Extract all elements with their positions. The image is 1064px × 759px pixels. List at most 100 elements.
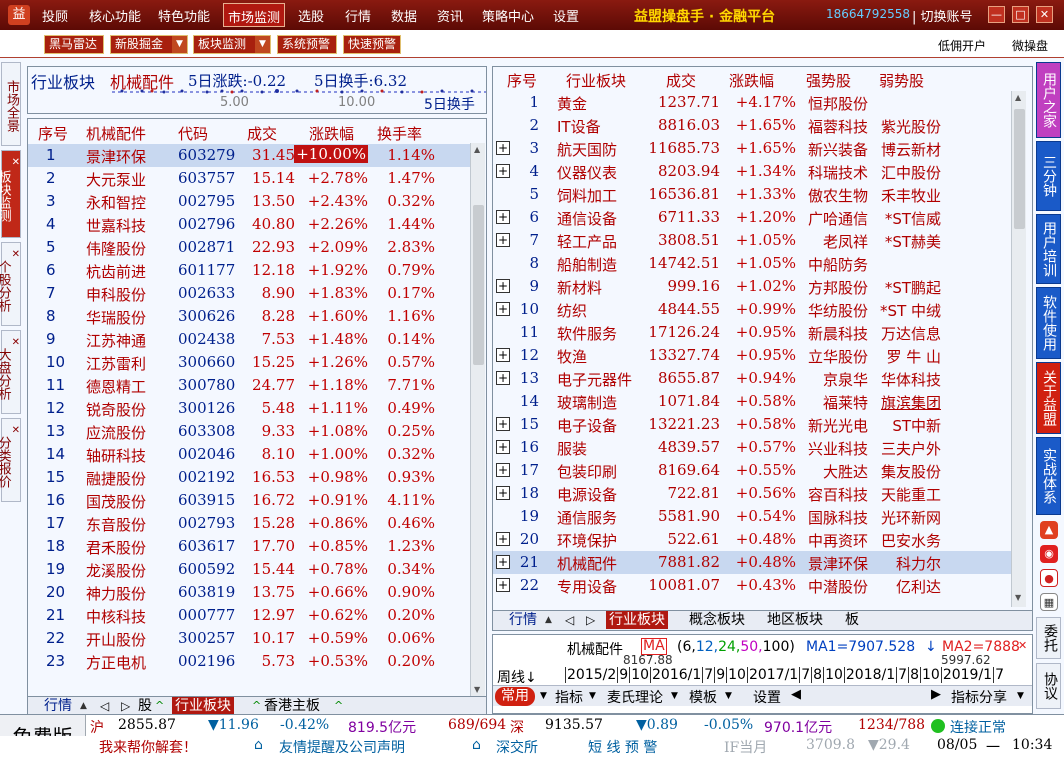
table-row[interactable]: 14 轴研科技 002046 8.10 +1.00% 0.32%	[28, 443, 470, 466]
tab-next-icon[interactable]: ▷	[586, 611, 595, 629]
table-row[interactable]: +22 专用设备 10081.07 +0.43% 中潜股份 亿利达	[493, 574, 1011, 597]
col-header-turnover[interactable]: 换手率	[377, 123, 422, 144]
table-row[interactable]: 19 通信服务 5581.90 +0.54% 国脉科技 光环新网	[493, 505, 1011, 528]
col-header-strong-stock[interactable]: 强势股	[806, 70, 851, 91]
expand-icon[interactable]: +	[496, 486, 510, 500]
scroll-up-icon[interactable]: ▲	[474, 145, 480, 154]
dark-horse-radar-button[interactable]: 黑马雷达	[44, 35, 104, 54]
table-row[interactable]: 8 船舶制造 14742.51 +1.05% 中船防务	[493, 252, 1011, 275]
expand-icon[interactable]: +	[496, 371, 510, 385]
sector-table-scrollbar[interactable]: ▲ ▼	[1011, 91, 1026, 607]
expand-icon[interactable]: +	[496, 532, 510, 546]
expand-icon[interactable]: +	[496, 233, 510, 247]
table-row[interactable]: 1 景津环保 603279 31.45 +10.00% 1.14%	[28, 144, 470, 167]
tab-index-analysis[interactable]: ✕ 大盘分析	[0, 330, 21, 414]
minimize-icon[interactable]: —	[988, 6, 1005, 23]
sidebar-software-usage[interactable]: 软件使用	[1036, 287, 1061, 359]
expand-icon[interactable]: +	[496, 141, 510, 155]
micro-trade-link[interactable]: 微操盘	[1012, 37, 1048, 54]
qq-icon[interactable]: ●	[1040, 569, 1058, 587]
expand-icon[interactable]: +	[496, 279, 510, 293]
col-header-name[interactable]: 机械配件	[86, 123, 146, 144]
table-row[interactable]: +7 轻工产品 3808.51 +1.05% 老凤祥 *ST赫美	[493, 229, 1011, 252]
menu-item-data[interactable]: 数据	[391, 6, 417, 25]
table-row[interactable]: +20 环境保护 522.61 +0.48% 中再资环 巴安水务	[493, 528, 1011, 551]
tab-industry-sector[interactable]: 行业板块	[172, 697, 234, 715]
expand-icon[interactable]: +	[496, 302, 510, 316]
chevron-up-icon[interactable]: ▲	[80, 697, 87, 715]
sidebar-agreement[interactable]: 协议	[1036, 663, 1061, 709]
sidebar-three-minutes[interactable]: 三分钟	[1036, 141, 1061, 211]
tab-prev-icon[interactable]: ◁	[100, 697, 109, 715]
period-weekly[interactable]: 周线↓	[497, 667, 537, 687]
expand-icon[interactable]: +	[496, 210, 510, 224]
table-row[interactable]: +13 电子元器件 8655.87 +0.94% 京泉华 华体科技	[493, 367, 1011, 390]
tab-quotes[interactable]: 行情	[44, 697, 72, 715]
table-row[interactable]: 1 黄金 1237.71 +4.17% 恒邦股份	[493, 91, 1011, 114]
flame-icon[interactable]: ▲	[1040, 521, 1058, 539]
col-header-volume[interactable]: 成交	[666, 70, 696, 91]
ticker-message-2[interactable]: 友情提醒及公司声明	[279, 737, 405, 757]
chevron-down-icon[interactable]: ▼	[725, 691, 732, 701]
scroll-down-icon[interactable]: ▼	[1015, 593, 1021, 602]
table-row[interactable]: 6 杭齿前进 601177 12.18 +1.92% 0.79%	[28, 259, 470, 282]
col-header-price[interactable]: 成交	[247, 123, 277, 144]
chevron-down-icon[interactable]: ▼	[255, 36, 270, 53]
menu-item-stock-pick[interactable]: 选股	[298, 6, 324, 25]
common-button[interactable]: 常用	[495, 687, 535, 706]
expand-icon[interactable]: +	[496, 348, 510, 362]
table-row[interactable]: 18 君禾股份 603617 17.70 +0.85% 1.23%	[28, 535, 470, 558]
message-icon[interactable]: ◉	[1040, 545, 1058, 563]
chevron-up-icon[interactable]: ^	[252, 697, 261, 715]
table-row[interactable]: 3 永和智控 002795 13.50 +2.43% 0.32%	[28, 190, 470, 213]
tab-category-quotes[interactable]: ✕ 分类报价	[0, 418, 21, 502]
expand-icon[interactable]: +	[496, 164, 510, 178]
stock-table-scrollbar[interactable]: ▲ ▼	[470, 143, 485, 698]
close-icon[interactable]: ✕	[12, 154, 20, 172]
table-row[interactable]: +4 仪器仪表 8203.94 +1.34% 科瑞技术 汇中股份	[493, 160, 1011, 183]
scroll-thumb[interactable]	[1014, 109, 1025, 229]
maximize-icon[interactable]: □	[1012, 6, 1029, 23]
table-row[interactable]: 10 江苏雷利 300660 15.25 +1.26% 0.57%	[28, 351, 470, 374]
chevron-down-icon[interactable]: ▼	[671, 691, 678, 701]
menu-item-settings[interactable]: 设置	[553, 6, 579, 25]
table-row[interactable]: 11 软件服务 17126.24 +0.95% 新晨科技 万达信息	[493, 321, 1011, 344]
ticker-message-3[interactable]: 深交所	[496, 737, 538, 757]
sidebar-combat-system[interactable]: 实战体系	[1036, 437, 1061, 515]
table-row[interactable]: 23 方正电机 002196 5.73 +0.53% 0.20%	[28, 650, 470, 673]
table-row[interactable]: 7 申科股份 002633 8.90 +1.83% 0.17%	[28, 282, 470, 305]
new-stock-button[interactable]: 新股掘金 ▼	[110, 35, 188, 54]
col-header-index[interactable]: 序号	[38, 123, 68, 144]
close-icon[interactable]: ✕	[12, 246, 20, 264]
indicator-share-menu[interactable]: 指标分享	[951, 687, 1007, 707]
sidebar-user-training[interactable]: 用户培训	[1036, 214, 1061, 284]
tab-stock[interactable]: 股	[138, 697, 152, 715]
sidebar-order[interactable]: 委托	[1036, 617, 1061, 659]
table-row[interactable]: +17 包装印刷 8169.64 +0.55% 大胜达 集友股份	[493, 459, 1011, 482]
col-header-sector[interactable]: 行业板块	[566, 70, 626, 91]
chevron-down-icon[interactable]: ▼	[172, 36, 187, 53]
scroll-right-icon[interactable]: ▶	[931, 687, 941, 702]
indicator-menu[interactable]: 指标	[555, 687, 583, 707]
table-row[interactable]: 9 江苏神通 002438 7.53 +1.48% 0.14%	[28, 328, 470, 351]
table-row[interactable]: 20 神力股份 603819 13.75 +0.66% 0.90%	[28, 581, 470, 604]
chevron-up-icon[interactable]: ^	[155, 697, 164, 715]
tab-stock-analysis[interactable]: ✕ 个股分析	[0, 242, 21, 326]
menu-item-core[interactable]: 核心功能	[89, 6, 141, 25]
table-row[interactable]: 2 IT设备 8816.03 +1.65% 福蓉科技 紫光股份	[493, 114, 1011, 137]
tab-sector-monitor[interactable]: ✕ 板块监测	[0, 150, 21, 238]
table-row[interactable]: +9 新材料 999.16 +1.02% 方邦股份 *ST鹏起	[493, 275, 1011, 298]
col-header-change[interactable]: 涨跌幅	[309, 123, 354, 144]
sidebar-about[interactable]: 关于益盟	[1036, 362, 1061, 434]
table-row[interactable]: 8 华瑞股份 300626 8.28 +1.60% 1.16%	[28, 305, 470, 328]
tab-hk-main[interactable]: 香港主板	[264, 697, 320, 715]
table-row[interactable]: +16 服装 4839.57 +0.57% 兴业科技 三夫户外	[493, 436, 1011, 459]
table-row[interactable]: 13 应流股份 603308 9.33 +1.08% 0.25%	[28, 420, 470, 443]
mai-theory-menu[interactable]: 麦氏理论	[607, 687, 663, 707]
short-line-alert[interactable]: 短 线 预 警	[588, 737, 657, 757]
table-row[interactable]: 12 锐奇股份 300126 5.48 +1.11% 0.49%	[28, 397, 470, 420]
ticker-message-1[interactable]: 我来帮你解套！	[99, 737, 197, 757]
scroll-up-icon[interactable]: ▲	[1015, 93, 1021, 102]
chevron-down-icon[interactable]: ▼	[589, 691, 596, 701]
switch-account-link[interactable]: | 切换账号	[912, 6, 973, 25]
